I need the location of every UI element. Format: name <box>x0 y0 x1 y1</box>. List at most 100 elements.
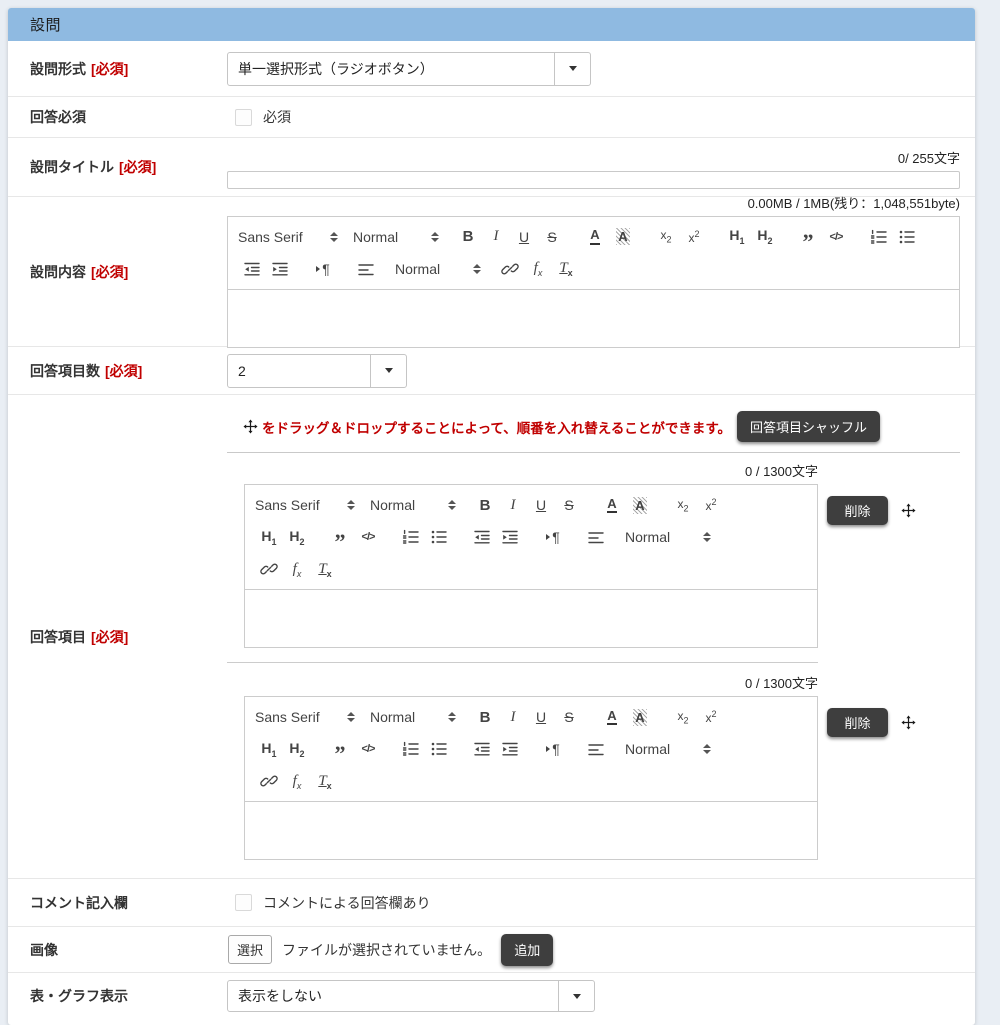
size-picker[interactable]: Normal <box>370 709 456 725</box>
link-icon[interactable] <box>255 557 283 581</box>
align-icon[interactable] <box>582 525 610 549</box>
question-type-select[interactable]: 単一選択形式（ラジオボタン） <box>227 52 591 86</box>
code-block-icon[interactable]: </> <box>354 525 382 549</box>
italic-icon[interactable]: I <box>499 493 527 517</box>
chart-display-select[interactable]: 表示をしない <box>227 980 595 1012</box>
header-1-icon[interactable]: H1 <box>255 525 283 549</box>
question-type-value: 単一選択形式（ラジオボタン） <box>228 53 554 85</box>
subscript-icon[interactable]: x2 <box>669 493 697 517</box>
question-type-label: 設問形式 [必須] <box>8 41 227 96</box>
list-ordered-icon[interactable] <box>865 225 893 249</box>
color-icon[interactable]: A <box>598 705 626 729</box>
answer-item-1-editor-area[interactable] <box>245 590 817 647</box>
chevron-down-icon[interactable] <box>558 981 594 1011</box>
outdent-icon[interactable] <box>238 257 266 281</box>
add-image-button[interactable]: 追加 <box>501 934 553 966</box>
code-block-icon[interactable]: </> <box>822 225 850 249</box>
font-picker[interactable]: Sans Serif <box>255 709 355 725</box>
superscript-icon[interactable]: x2 <box>697 705 725 729</box>
italic-icon[interactable]: I <box>482 225 510 249</box>
align-icon[interactable] <box>352 257 380 281</box>
indent-icon[interactable] <box>496 737 524 761</box>
direction-icon[interactable]: ¶ <box>539 525 567 549</box>
bold-icon[interactable]: B <box>471 705 499 729</box>
file-select-button[interactable]: 選択 <box>228 935 272 964</box>
outdent-icon[interactable] <box>468 525 496 549</box>
title-char-counter: 0/ 255文字 <box>227 148 960 167</box>
chevron-down-icon[interactable] <box>554 53 590 85</box>
clean-icon[interactable]: Tx <box>552 257 580 281</box>
italic-icon[interactable]: I <box>499 705 527 729</box>
comment-field-checkbox[interactable] <box>235 894 252 911</box>
strike-icon[interactable]: S <box>555 493 583 517</box>
blockquote-icon[interactable]: ” <box>326 737 354 761</box>
blockquote-icon[interactable]: ” <box>326 525 354 549</box>
size-picker[interactable]: Normal <box>370 497 456 513</box>
background-icon[interactable]: A <box>609 225 637 249</box>
list-ordered-icon[interactable] <box>397 737 425 761</box>
blockquote-icon[interactable]: ” <box>794 225 822 249</box>
font-picker[interactable]: Sans Serif <box>255 497 355 513</box>
align-icon[interactable] <box>582 737 610 761</box>
link-icon[interactable] <box>496 257 524 281</box>
drag-handle-icon[interactable] <box>901 715 916 730</box>
chevron-down-icon[interactable] <box>370 355 406 387</box>
direction-icon[interactable]: ¶ <box>309 257 337 281</box>
align-picker[interactable]: Normal <box>625 741 711 757</box>
header-1-icon[interactable]: H1 <box>723 225 751 249</box>
formula-icon[interactable]: fx <box>283 769 311 793</box>
bold-icon[interactable]: B <box>454 225 482 249</box>
answer-item-count-select[interactable]: 2 <box>227 354 407 388</box>
underline-icon[interactable]: U <box>510 225 538 249</box>
underline-icon[interactable]: U <box>527 493 555 517</box>
header-2-icon[interactable]: H2 <box>751 225 779 249</box>
delete-button[interactable]: 削除 <box>827 708 888 737</box>
list-bullet-icon[interactable] <box>425 737 453 761</box>
updown-arrows-icon <box>448 712 456 722</box>
answer-item-2-editor-area[interactable] <box>245 802 817 859</box>
header-2-icon[interactable]: H2 <box>283 525 311 549</box>
editor-toolbar: Sans SerifNormalBIUSAAx2x2H1H2”</>¶Norma… <box>245 485 817 590</box>
formula-icon[interactable]: fx <box>283 557 311 581</box>
answer-required-checkbox[interactable] <box>235 109 252 126</box>
indent-icon[interactable] <box>266 257 294 281</box>
underline-icon[interactable]: U <box>527 705 555 729</box>
list-ordered-icon[interactable] <box>397 525 425 549</box>
list-bullet-icon[interactable] <box>893 225 921 249</box>
superscript-icon[interactable]: x2 <box>680 225 708 249</box>
list-bullet-icon[interactable] <box>425 525 453 549</box>
delete-button[interactable]: 削除 <box>827 496 888 525</box>
question-title-input[interactable] <box>227 171 960 189</box>
align-picker[interactable]: Normal <box>395 261 481 277</box>
shuffle-button[interactable]: 回答項目シャッフル <box>737 411 880 442</box>
link-icon[interactable] <box>255 769 283 793</box>
align-picker[interactable]: Normal <box>625 529 711 545</box>
indent-icon[interactable] <box>496 525 524 549</box>
size-picker[interactable]: Normal <box>353 229 439 245</box>
subscript-icon[interactable]: x2 <box>652 225 680 249</box>
color-icon[interactable]: A <box>598 493 626 517</box>
direction-icon[interactable]: ¶ <box>539 737 567 761</box>
formula-icon[interactable]: fx <box>524 257 552 281</box>
header-2-icon[interactable]: H2 <box>283 737 311 761</box>
outdent-icon[interactable] <box>468 737 496 761</box>
updown-arrows-icon <box>431 232 439 242</box>
superscript-icon[interactable]: x2 <box>697 493 725 517</box>
strike-icon[interactable]: S <box>538 225 566 249</box>
clean-icon[interactable]: Tx <box>311 769 339 793</box>
background-icon[interactable]: A <box>626 705 654 729</box>
row-question-title: 設問タイトル [必須] 0/ 255文字 <box>8 138 975 197</box>
color-icon[interactable]: A <box>581 225 609 249</box>
required-badge: [必須] <box>91 627 128 647</box>
question-body-editor-area[interactable] <box>228 290 959 347</box>
header-1-icon[interactable]: H1 <box>255 737 283 761</box>
row-answer-required: 回答必須 必須 <box>8 97 975 138</box>
strike-icon[interactable]: S <box>555 705 583 729</box>
bold-icon[interactable]: B <box>471 493 499 517</box>
code-block-icon[interactable]: </> <box>354 737 382 761</box>
clean-icon[interactable]: Tx <box>311 557 339 581</box>
drag-handle-icon[interactable] <box>901 503 916 518</box>
font-picker[interactable]: Sans Serif <box>238 229 338 245</box>
subscript-icon[interactable]: x2 <box>669 705 697 729</box>
background-icon[interactable]: A <box>626 493 654 517</box>
